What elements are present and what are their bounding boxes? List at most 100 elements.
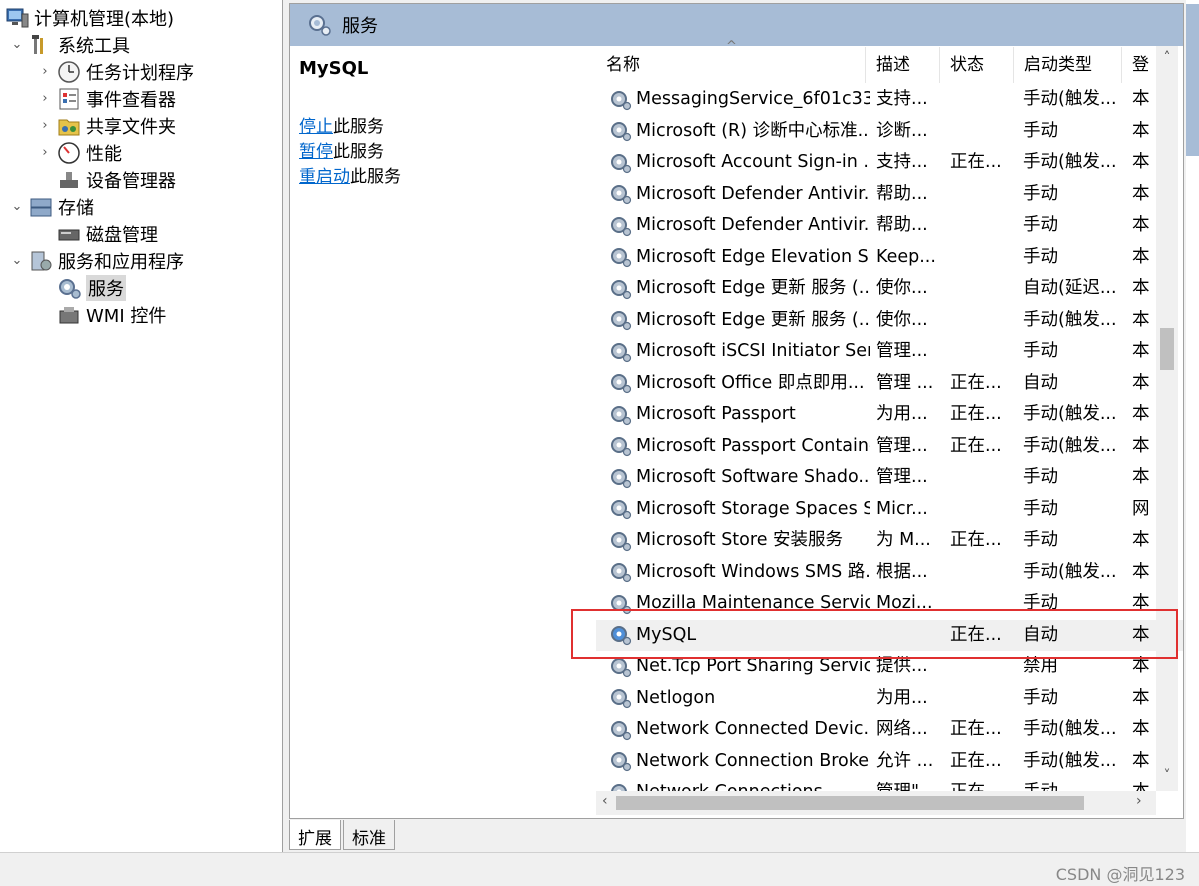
scroll-left-icon[interactable]: ‹ bbox=[602, 793, 608, 809]
column-header-name[interactable]: 名称 bbox=[596, 47, 866, 83]
table-row[interactable]: Net.Tcp Port Sharing Service 提供... 禁用本 bbox=[596, 651, 1183, 683]
tree-root[interactable]: 计算机管理(本地) bbox=[4, 4, 174, 31]
horizontal-scrollbar[interactable]: ‹ › bbox=[596, 791, 1156, 815]
service-status-cell bbox=[950, 557, 1016, 589]
service-name: Net.Tcp Port Sharing Service bbox=[636, 656, 870, 676]
tree-item-storage[interactable]: ⌄ 存储 bbox=[6, 193, 94, 220]
column-header-status[interactable]: 状态 bbox=[940, 47, 1014, 83]
action-suffix: 此服务 bbox=[333, 117, 384, 137]
service-startup-type-cell: 手动 bbox=[1023, 246, 1058, 267]
table-row[interactable]: Microsoft Edge 更新 服务 (... 使你... 手动(触发... 本 bbox=[596, 305, 1183, 337]
chevron-right-icon[interactable]: › bbox=[34, 145, 56, 160]
table-row[interactable]: Netlogon 为用... 手动本 bbox=[596, 683, 1183, 715]
vertical-scroll-thumb[interactable] bbox=[1160, 328, 1174, 370]
vertical-scrollbar[interactable]: ˄ ˅ bbox=[1156, 46, 1178, 791]
tree-item-task-scheduler[interactable]: › 任务计划程序 bbox=[34, 58, 194, 85]
pause-service-action: 暂停此服务 bbox=[299, 137, 384, 162]
gear-icon bbox=[611, 752, 632, 772]
service-status-cell bbox=[950, 210, 1016, 242]
scroll-down-icon[interactable]: ˅ bbox=[1156, 768, 1178, 784]
chevron-down-icon[interactable]: ⌄ bbox=[6, 253, 28, 268]
gear-icon bbox=[611, 594, 632, 614]
computer-management-window: 计算机管理(本地) ⌄ 系统工具 › 任务计划程序 › 事件查看器 › 共享文件… bbox=[0, 0, 1199, 886]
tree-item-services-apps[interactable]: ⌄ 服务和应用程序 bbox=[6, 247, 184, 274]
stop-link[interactable]: 停止 bbox=[299, 117, 333, 137]
service-name: Microsoft Edge 更新 服务 (... bbox=[636, 309, 870, 330]
service-description-cell: 根据... bbox=[876, 561, 928, 582]
tree-item-label: 共享文件夹 bbox=[86, 116, 176, 138]
scroll-up-icon[interactable]: ˄ bbox=[1156, 50, 1178, 66]
view-tabs: 扩展 标准 bbox=[289, 820, 397, 850]
table-row[interactable]: Microsoft Storage Spaces S... Micr... 手动网 bbox=[596, 494, 1183, 526]
column-header-description[interactable]: 描述 bbox=[866, 47, 940, 83]
table-row[interactable]: Microsoft Defender Antivir... 帮助... 手动本 bbox=[596, 210, 1183, 242]
table-row[interactable]: Microsoft Office 即点即用... 管理 ... 正在... 自动本 bbox=[596, 368, 1183, 400]
service-status-cell: 正在... bbox=[950, 404, 1002, 424]
tree-item-label: 服务 bbox=[86, 274, 126, 301]
service-name-cell: Microsoft (R) 诊断中心标准... bbox=[608, 116, 870, 148]
service-description-cell: 提供... bbox=[876, 656, 928, 676]
tab-extended[interactable]: 扩展 bbox=[289, 820, 341, 850]
tree-item-shared-folders[interactable]: › 共享文件夹 bbox=[34, 112, 176, 139]
chevron-down-icon[interactable]: ⌄ bbox=[6, 37, 28, 52]
service-name-cell: Network Connected Devic... bbox=[608, 714, 870, 746]
service-startup-type-cell: 手动 bbox=[1023, 341, 1058, 361]
table-row[interactable]: Microsoft Windows SMS 路... 根据... 手动(触发... 本 bbox=[596, 557, 1183, 589]
service-startup-type-cell: 手动(触发... bbox=[1023, 750, 1117, 771]
table-row[interactable]: Microsoft Passport Container 管理... 正在... 手动… bbox=[596, 431, 1183, 463]
table-row[interactable]: MySQL 正在... 自动本 bbox=[596, 619, 1183, 651]
service-startup-type-cell: 手动 bbox=[1023, 498, 1058, 519]
column-header-startup-type[interactable]: 启动类型 bbox=[1014, 47, 1122, 83]
tree-item-services[interactable]: 服务 bbox=[56, 274, 126, 301]
table-row[interactable]: Microsoft Edge 更新 服务 (... 使你... 自动(延迟... 本 bbox=[596, 273, 1183, 305]
table-row[interactable]: Microsoft Store 安装服务为 M... 正在... 手动本 bbox=[596, 525, 1183, 557]
service-name-cell: Microsoft Passport Container bbox=[608, 431, 870, 463]
chevron-right-icon[interactable]: › bbox=[34, 91, 56, 106]
service-description-cell: 使你... bbox=[876, 309, 928, 330]
tree-item-device-manager[interactable]: 设备管理器 bbox=[56, 166, 176, 193]
gear-icon bbox=[611, 657, 632, 677]
performance-icon bbox=[58, 141, 80, 164]
chevron-right-icon[interactable]: › bbox=[34, 118, 56, 133]
gear-icon bbox=[611, 216, 632, 236]
scroll-right-icon[interactable]: › bbox=[1136, 793, 1142, 809]
service-startup-type-cell: 手动 bbox=[1023, 183, 1058, 204]
tree-item-disk-management[interactable]: 磁盘管理 bbox=[56, 220, 158, 247]
tab-standard[interactable]: 标准 bbox=[343, 820, 395, 850]
table-row[interactable]: Microsoft Passport 为用... 正在... 手动(触发... 本 bbox=[596, 399, 1183, 431]
service-name-cell: MessagingService_6f01c33 bbox=[608, 84, 870, 116]
tree-item-wmi[interactable]: WMI 控件 bbox=[56, 301, 166, 328]
service-description-cell: 帮助... bbox=[876, 215, 928, 235]
gear-icon bbox=[611, 185, 632, 205]
event-viewer-icon bbox=[59, 88, 79, 109]
table-row[interactable]: Network Connection Broker 允许 ... 正在... 手动(触… bbox=[596, 746, 1183, 778]
panel-title: 服务 bbox=[342, 16, 378, 37]
chevron-right-icon[interactable]: › bbox=[34, 64, 56, 79]
table-row[interactable]: Network Connected Devic... 网络... 正在... 手动(触… bbox=[596, 714, 1183, 746]
gear-icon bbox=[611, 374, 632, 394]
horizontal-scroll-thumb[interactable] bbox=[616, 796, 1084, 810]
restart-link[interactable]: 重启动 bbox=[299, 167, 350, 187]
service-status-cell: 正在... bbox=[950, 152, 1002, 172]
chevron-down-icon[interactable]: ⌄ bbox=[6, 199, 28, 214]
tree-item-system-tools[interactable]: ⌄ 系统工具 bbox=[6, 31, 130, 58]
service-description-cell: 允许 ... bbox=[876, 750, 934, 771]
service-name-cell: Net.Tcp Port Sharing Service bbox=[608, 651, 870, 683]
service-name-cell: Microsoft Edge 更新 服务 (... bbox=[608, 273, 870, 305]
table-row[interactable]: Microsoft Edge Elevation S... Keep... 手动本 bbox=[596, 242, 1183, 274]
table-row[interactable]: Microsoft Software Shado... 管理... 手动本 bbox=[596, 462, 1183, 494]
pause-link[interactable]: 暂停 bbox=[299, 142, 333, 162]
service-description-cell: 支持... bbox=[876, 89, 928, 109]
tree-item-event-viewer[interactable]: › 事件查看器 bbox=[34, 85, 176, 112]
gear-icon bbox=[611, 311, 632, 331]
table-row[interactable]: Microsoft Account Sign-in ... 支持... 正在... 手… bbox=[596, 147, 1183, 179]
tree-item-performance[interactable]: › 性能 bbox=[34, 139, 122, 166]
table-row[interactable]: MessagingService_6f01c33 支持... 手动(触发... 本 bbox=[596, 84, 1183, 116]
table-row[interactable]: Mozilla Maintenance Service Mozi... 手动本 bbox=[596, 588, 1183, 620]
table-row[interactable]: Microsoft iSCSI Initiator Ser... 管理... 手动本 bbox=[596, 336, 1183, 368]
table-row[interactable]: Microsoft Defender Antivir... 帮助... 手动本 bbox=[596, 179, 1183, 211]
gear-icon bbox=[611, 90, 632, 110]
service-startup-type-cell: 禁用 bbox=[1023, 656, 1058, 676]
stop-service-action: 停止此服务 bbox=[299, 112, 384, 137]
table-row[interactable]: Microsoft (R) 诊断中心标准... 诊断... 手动本 bbox=[596, 116, 1183, 148]
